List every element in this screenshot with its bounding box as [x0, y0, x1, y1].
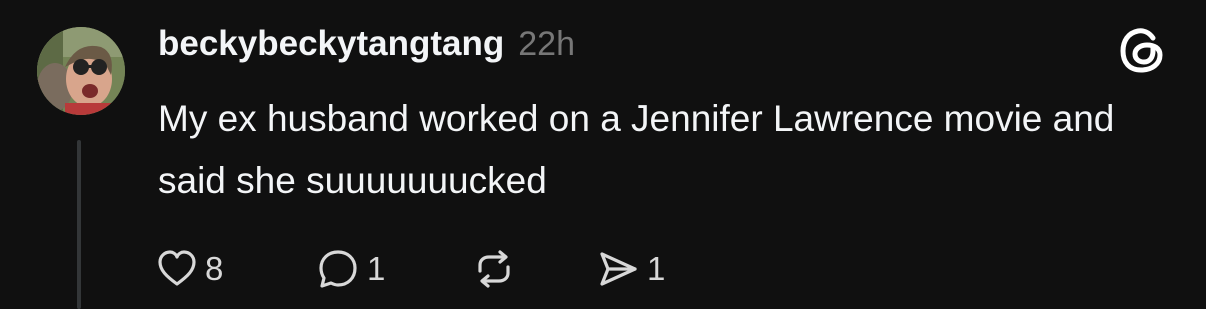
share-button[interactable]: 1: [596, 244, 665, 294]
like-count: 8: [205, 250, 224, 287]
threads-logo-icon: [1116, 24, 1168, 76]
reply-count: 1: [367, 250, 386, 287]
post-action-bar: 8 1 1: [156, 244, 665, 294]
post-header: beckybeckytangtang 22h: [158, 24, 575, 70]
repost-button[interactable]: [472, 244, 596, 294]
username-link[interactable]: beckybeckytangtang: [158, 24, 504, 64]
avatar[interactable]: [37, 27, 125, 115]
avatar-photo: [37, 27, 125, 115]
threads-post: beckybeckytangtang 22h My ex husband wor…: [0, 0, 1206, 309]
send-arrow-icon: [596, 247, 640, 291]
thread-connector-line: [77, 140, 81, 309]
share-count: 1: [647, 250, 666, 287]
like-button[interactable]: 8: [156, 244, 316, 294]
speech-bubble-icon: [316, 247, 360, 291]
post-timestamp[interactable]: 22h: [518, 25, 575, 64]
heart-icon: [156, 248, 198, 290]
post-body-text: My ex husband worked on a Jennifer Lawre…: [158, 98, 1115, 201]
repost-arrows-icon: [472, 247, 516, 291]
reply-button[interactable]: 1: [316, 244, 472, 294]
